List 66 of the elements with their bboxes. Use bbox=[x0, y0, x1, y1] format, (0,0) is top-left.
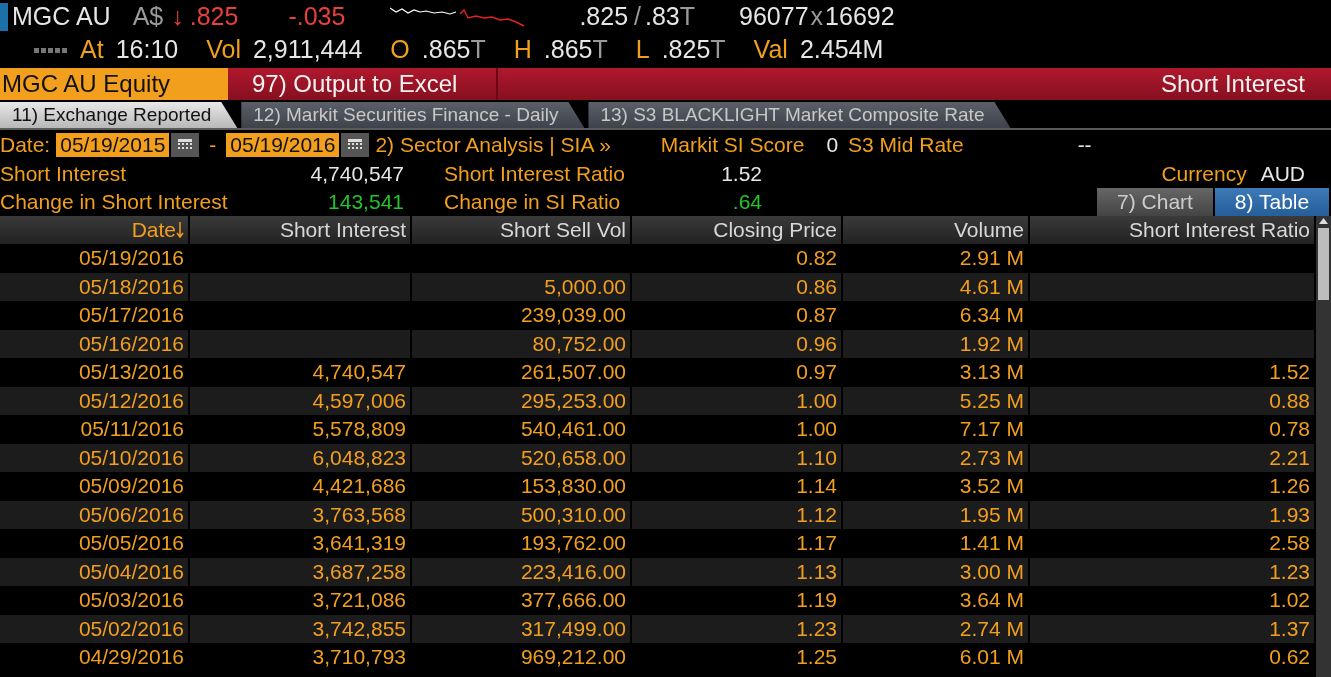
rate-value: -- bbox=[1077, 133, 1092, 157]
calendar-icon bbox=[348, 139, 363, 151]
summary-label: Short Interest Ratio bbox=[444, 162, 626, 186]
stat-flag-text: T bbox=[592, 35, 608, 64]
down-arrow: ↓ bbox=[171, 2, 184, 31]
stat-label: At bbox=[80, 35, 104, 64]
currency-value: AUD bbox=[1260, 162, 1305, 186]
score-label: Markit SI Score bbox=[660, 133, 805, 157]
scrollbar-thumb[interactable] bbox=[1318, 228, 1329, 300]
sort-arrow-icon bbox=[176, 221, 184, 239]
stat-flag-text: T bbox=[470, 35, 486, 64]
summary-value: 4,740,547 bbox=[309, 162, 404, 186]
table-cell: 6.01 M bbox=[843, 643, 1030, 672]
size-separator: x bbox=[810, 2, 824, 31]
window-marker bbox=[0, 2, 8, 31]
stat-value: .865 bbox=[421, 35, 471, 64]
calendar-icon bbox=[178, 139, 193, 151]
sector-analysis-link[interactable]: 2) Sector Analysis | SIA » bbox=[375, 133, 611, 157]
stat-value: .865 bbox=[543, 35, 593, 64]
price-change: -.035 bbox=[288, 2, 346, 31]
screen-title: Short Interest bbox=[1160, 69, 1305, 99]
table-cell: 04/29/2016 bbox=[0, 643, 190, 672]
tab[interactable]: 12) Markit Securities Finance - Daily bbox=[241, 102, 585, 128]
last-price: .825 bbox=[189, 2, 239, 31]
currency-label: Currency bbox=[1161, 162, 1247, 186]
stat-value: .825 bbox=[661, 35, 711, 64]
date-label: Date: bbox=[0, 133, 51, 157]
tab[interactable]: 11) Exchange Reported bbox=[0, 102, 238, 128]
ticker: MGC AU bbox=[12, 2, 111, 31]
summary-label: Change in Short Interest bbox=[0, 190, 229, 214]
rate-label: S3 Mid Rate bbox=[848, 133, 964, 157]
start-date-field[interactable]: 05/19/2015 bbox=[56, 133, 170, 157]
stat-label: L bbox=[635, 35, 650, 64]
stat-value: 2,911,444 bbox=[252, 35, 363, 64]
view-toggle[interactable]: 7) Chart bbox=[1097, 188, 1213, 216]
security-name: MGC AU Equity bbox=[0, 68, 228, 100]
bid-price: .825 bbox=[579, 2, 629, 31]
score-value: 0 bbox=[826, 133, 839, 157]
tab[interactable]: 13) S3 BLACKLIGHT Market Composite Rate bbox=[588, 102, 1011, 128]
summary-label: Short Interest bbox=[0, 162, 128, 186]
stat-label: O bbox=[390, 35, 410, 64]
bid-size: 96077 bbox=[739, 2, 809, 31]
summary-value: 1.52 bbox=[720, 162, 762, 186]
stat-label: H bbox=[513, 35, 532, 64]
scrollbar[interactable] bbox=[1316, 216, 1331, 677]
end-date-field[interactable]: 05/19/2016 bbox=[226, 133, 340, 157]
table-cell: 3,710,793 bbox=[190, 643, 412, 672]
date-dash: - bbox=[209, 133, 217, 157]
quote-separator: / bbox=[634, 2, 641, 31]
calendar-button[interactable] bbox=[341, 133, 370, 157]
summary-label: Change in SI Ratio bbox=[444, 190, 622, 214]
summary-value: .64 bbox=[731, 190, 762, 214]
ask-flag-text: T bbox=[679, 2, 696, 31]
ask-price: .83 bbox=[645, 2, 680, 31]
table-cell: 1.25 bbox=[632, 643, 843, 672]
stat-value: 16:10 bbox=[115, 35, 179, 64]
view-toggle[interactable]: 8) Table bbox=[1215, 188, 1329, 216]
summary-value: 143,541 bbox=[327, 190, 404, 214]
stat-label: Val bbox=[753, 35, 788, 64]
stat-flag-text: T bbox=[710, 35, 726, 64]
calendar-button[interactable] bbox=[171, 133, 200, 157]
ask-size: 16692 bbox=[825, 2, 895, 31]
table-cell: 969,212.00 bbox=[412, 643, 632, 672]
stat-value: 2.454M bbox=[799, 35, 884, 64]
currency: A$ bbox=[132, 2, 164, 31]
stat-label: Vol bbox=[206, 35, 241, 64]
